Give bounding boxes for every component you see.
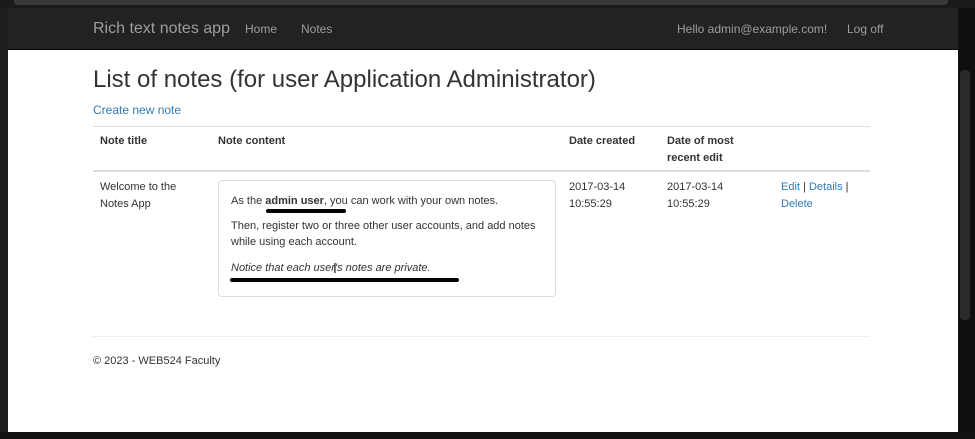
page-title: List of notes (for user Application Admi… bbox=[93, 66, 596, 93]
actions-cell: Edit | Details | Delete bbox=[781, 179, 849, 213]
note-p1-suffix: , you can work with your own notes. bbox=[323, 195, 499, 207]
underline-scribble-1 bbox=[266, 209, 346, 213]
window-top-strip bbox=[0, 0, 975, 8]
nav-home[interactable]: Home bbox=[245, 22, 277, 36]
header-date-created: Date created bbox=[569, 135, 636, 147]
header-note-title: Note title bbox=[100, 135, 148, 147]
delete-link[interactable]: Delete bbox=[781, 198, 813, 210]
table-top-rule bbox=[93, 126, 870, 127]
note-paragraph-2: Then, register two or three other user a… bbox=[231, 220, 536, 248]
nav-logoff[interactable]: Log off bbox=[847, 22, 883, 36]
header-note-content: Note content bbox=[218, 135, 286, 147]
header-date-edited: Date of most recent edit bbox=[667, 133, 734, 167]
scrollbar-thumb[interactable] bbox=[960, 70, 970, 320]
note-p1-bold: admin user bbox=[265, 195, 324, 207]
details-link[interactable]: Details bbox=[809, 181, 843, 193]
date-edited-cell: 2017-03-14 10:55:29 bbox=[667, 179, 723, 213]
date-created-date: 2017-03-14 bbox=[569, 181, 626, 193]
date-created-time: 10:55:29 bbox=[569, 198, 612, 210]
nav-notes[interactable]: Notes bbox=[301, 22, 332, 36]
date-edited-time: 10:55:29 bbox=[667, 198, 710, 210]
note-title-line1: Welcome to the bbox=[100, 181, 177, 193]
note-p1-prefix: As the bbox=[231, 195, 266, 207]
footer-text: © 2023 - WEB524 Faculty bbox=[93, 355, 221, 367]
note-paragraph-3: Notice that each user's notes are privat… bbox=[231, 262, 431, 274]
date-edited-date: 2017-03-14 bbox=[667, 181, 724, 193]
date-created-cell: 2017-03-14 10:55:29 bbox=[569, 179, 625, 213]
edit-link[interactable]: Edit bbox=[781, 181, 800, 193]
note-title-cell: Welcome to the Notes App bbox=[100, 179, 176, 213]
note-title-line2: Notes App bbox=[100, 198, 151, 210]
header-date-edited-line2: recent edit bbox=[667, 152, 723, 164]
underline-scribble-2 bbox=[230, 278, 459, 282]
action-separator-2: | bbox=[842, 181, 849, 193]
header-date-edited-line1: Date of most bbox=[667, 135, 734, 147]
navbar: Rich text notes app Home Notes Hello adm… bbox=[8, 8, 958, 50]
bottom-bar bbox=[0, 432, 975, 439]
browser-viewport: Rich text notes app Home Notes Hello adm… bbox=[8, 8, 958, 434]
header-bottom-rule bbox=[93, 170, 870, 172]
note-paragraph-1: As the admin user, you can work with you… bbox=[231, 193, 541, 209]
action-separator-1: | bbox=[799, 181, 809, 193]
text-cursor-icon: I bbox=[333, 262, 337, 277]
brand-link[interactable]: Rich text notes app bbox=[93, 20, 230, 38]
nav-greeting[interactable]: Hello admin@example.com! bbox=[677, 22, 827, 36]
window-top-inner bbox=[14, 0, 948, 5]
create-new-note-link[interactable]: Create new note bbox=[93, 103, 181, 117]
footer-rule bbox=[93, 336, 870, 337]
